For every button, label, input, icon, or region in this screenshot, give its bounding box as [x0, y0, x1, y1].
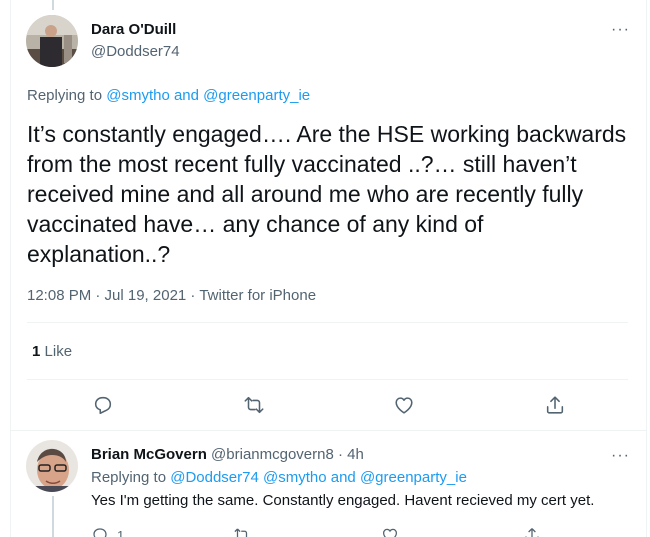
more-options-icon[interactable]: ··· [611, 448, 630, 464]
replying-to-line: Replying to @smytho and @greenparty_ie [27, 87, 310, 104]
reply-tweet-text: Yes I'm getting the same. Constantly eng… [91, 492, 595, 509]
like-icon [382, 528, 398, 537]
mention-link[interactable]: @smytho [263, 469, 327, 486]
like-count: 1 [32, 343, 41, 360]
replying-and: and [173, 87, 199, 104]
like-label: Like [44, 343, 73, 360]
replying-to-label: Replying to [27, 87, 103, 104]
tweet-timestamp[interactable]: 12:08 PM · Jul 19, 2021 · Twitter for iP… [27, 287, 316, 304]
like-button[interactable] [381, 526, 399, 537]
tweet-text: It’s constantly engaged…. Are the HSE wo… [27, 121, 627, 267]
mention-link[interactable]: @smytho [106, 87, 170, 104]
like-icon [395, 397, 413, 414]
reply-author-handle[interactable]: @brianmcgovern8 [211, 446, 334, 463]
share-button[interactable] [543, 393, 567, 417]
mention-link[interactable]: @greenparty_ie [203, 87, 310, 104]
like-count-row[interactable]: 1 Like [32, 343, 72, 360]
author-handle[interactable]: @Doddser74 [91, 43, 180, 60]
reply-count: 1 [117, 527, 125, 537]
divider [27, 379, 628, 380]
retweet-icon [234, 528, 248, 537]
avatar-photo [26, 15, 78, 67]
more-options-icon[interactable]: ··· [611, 22, 630, 38]
reply-author-avatar[interactable] [26, 440, 78, 492]
reply-button[interactable]: 1 [91, 526, 124, 537]
share-button[interactable] [523, 526, 541, 537]
avatar-photo [26, 440, 78, 492]
share-icon [525, 528, 539, 537]
mention-link[interactable]: @greenparty_ie [360, 469, 467, 486]
reply-icon [94, 396, 112, 415]
retweet-button[interactable] [242, 393, 266, 417]
author-name[interactable]: Dara O'Duill [91, 21, 176, 38]
replying-to-label: Replying to [91, 469, 167, 486]
reply-author-name[interactable]: Brian McGovern [91, 446, 207, 463]
divider [10, 430, 647, 431]
share-icon [546, 396, 564, 414]
reply-time[interactable]: · 4h [338, 446, 364, 463]
reply-header: Brian McGovern @brianmcgovern8 · 4h [91, 446, 364, 463]
thread-connector-line [52, 0, 54, 10]
retweet-icon [244, 396, 264, 414]
divider [27, 322, 628, 323]
reply-button[interactable] [91, 393, 115, 417]
mention-link[interactable]: @Doddser74 [170, 469, 259, 486]
reply-icon [93, 528, 107, 537]
author-avatar[interactable] [26, 15, 78, 67]
replying-to-line: Replying to @Doddser74 @smytho and @gree… [91, 469, 467, 486]
retweet-button[interactable] [233, 526, 251, 537]
thread-connector-line [52, 496, 54, 537]
replying-and: and [330, 469, 356, 486]
like-button[interactable] [392, 393, 416, 417]
reply-action-bar: 1 [91, 526, 551, 537]
